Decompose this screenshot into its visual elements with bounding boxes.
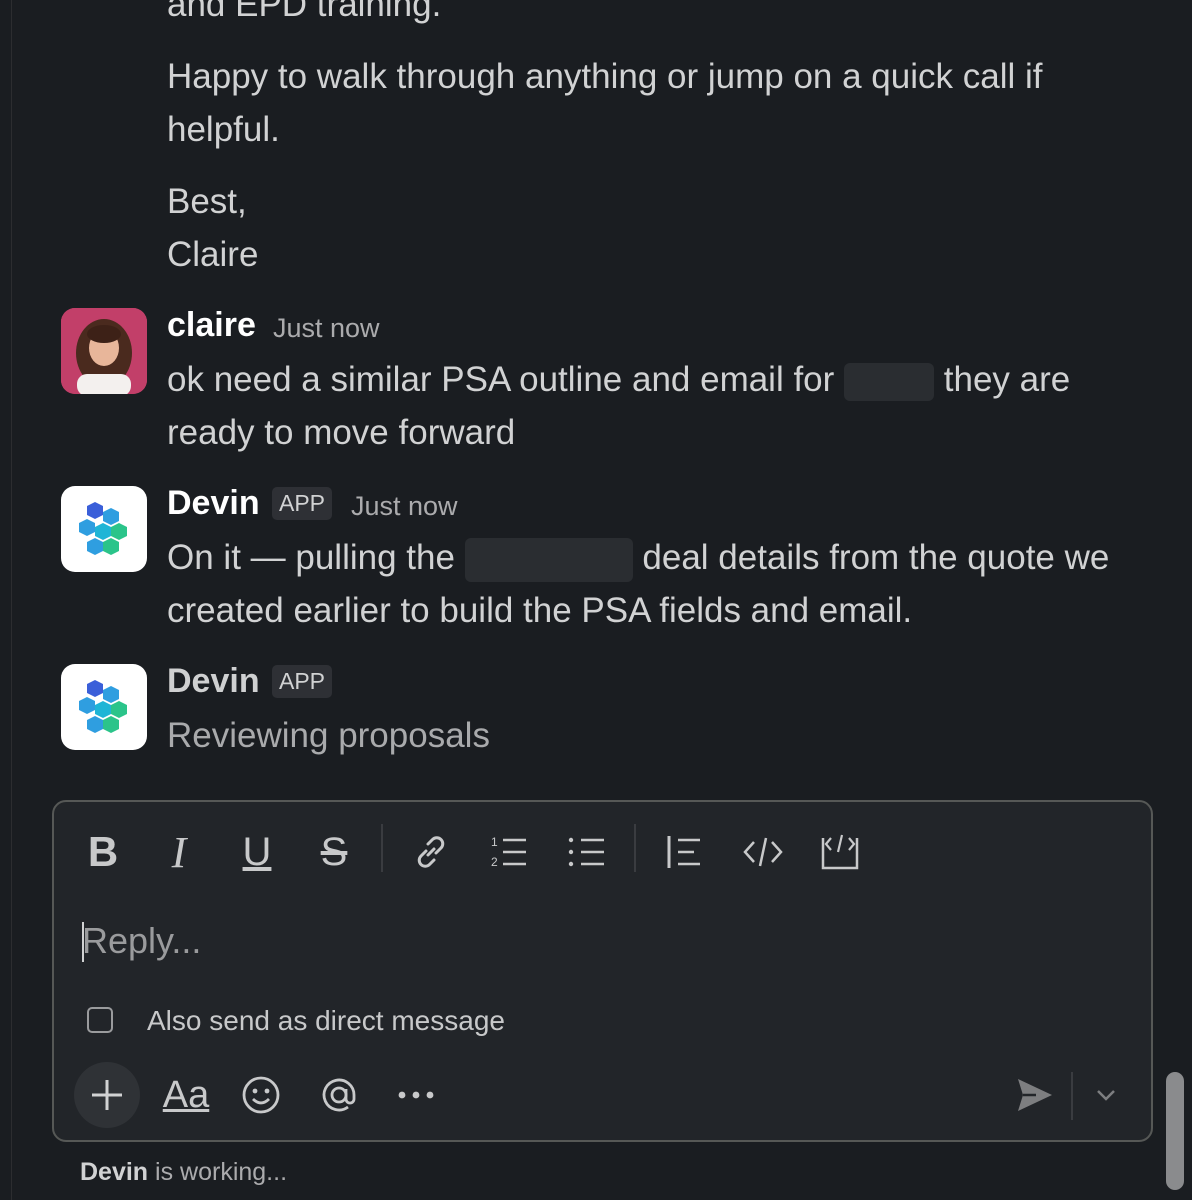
message-fragment: and EPD training. <box>167 0 442 24</box>
code-icon <box>743 837 783 867</box>
message-signature: Claire <box>167 235 259 274</box>
message-author[interactable]: Devin <box>167 662 260 701</box>
devin-avatar[interactable] <box>61 664 147 750</box>
ordered-list-icon[interactable]: 1 2 <box>484 826 534 878</box>
devin-logo-icon <box>79 680 127 733</box>
toolbar-divider <box>634 824 636 872</box>
devin-avatar[interactable] <box>61 486 147 572</box>
left-divider <box>0 0 12 1200</box>
emoji-button[interactable] <box>238 1062 284 1128</box>
reply-input[interactable]: Reply... <box>82 920 201 962</box>
app-badge: APP <box>272 487 333 520</box>
svg-text:2: 2 <box>491 855 498 869</box>
message-text: On it — pulling the <box>167 538 455 577</box>
message-signoff: Best, <box>167 182 247 221</box>
send-icon <box>1018 1079 1052 1111</box>
emoji-icon <box>242 1076 280 1114</box>
message-timestamp[interactable]: Just now <box>273 313 380 344</box>
typing-status: Devin is working... <box>80 1158 287 1187</box>
code-icon[interactable] <box>738 826 788 878</box>
message-body: On it — pulling the deal details from th… <box>167 531 1157 637</box>
attach-button[interactable] <box>74 1062 140 1128</box>
plus-icon <box>92 1080 122 1110</box>
toolbar-divider <box>381 824 383 872</box>
strikethrough-icon[interactable]: S <box>309 826 359 878</box>
bullet-list-icon <box>568 837 604 867</box>
status-message: Reviewing proposals <box>167 716 490 755</box>
send-options-button[interactable] <box>1084 1062 1128 1128</box>
also-send-label[interactable]: Also send as direct message <box>147 1005 505 1037</box>
send-divider <box>1071 1072 1073 1120</box>
bullet-list-icon[interactable] <box>562 826 612 878</box>
blockquote-icon[interactable] <box>659 826 709 878</box>
blockquote-icon <box>667 836 700 868</box>
bold-icon[interactable]: B <box>78 826 128 878</box>
message-author[interactable]: claire <box>167 306 256 345</box>
formatting-icon[interactable]: Aa <box>158 1062 214 1128</box>
more-icon <box>398 1091 434 1099</box>
status-name: Devin <box>80 1158 149 1186</box>
underline-icon[interactable]: U <box>232 826 282 878</box>
avatar[interactable] <box>61 308 147 394</box>
chevron-down-icon <box>1097 1090 1115 1101</box>
message-paragraph: Happy to walk through anything or jump o… <box>167 57 1043 149</box>
code-block-icon <box>821 834 859 870</box>
also-send-checkbox[interactable] <box>87 1007 113 1033</box>
message-author[interactable]: Devin <box>167 484 260 523</box>
message-body: ok need a similar PSA outline and email … <box>167 353 1127 459</box>
link-icon <box>417 836 445 868</box>
app-badge: APP <box>272 665 333 698</box>
code-block-icon[interactable] <box>815 826 865 878</box>
ordered-list-icon: 1 2 <box>491 835 526 869</box>
mention-icon <box>322 1078 356 1112</box>
devin-logo-icon <box>79 502 127 555</box>
send-button[interactable] <box>1012 1062 1058 1128</box>
svg-text:1: 1 <box>491 835 498 849</box>
more-button[interactable] <box>392 1062 440 1128</box>
message-composer: B I U S 1 2 Reply... Also send as direct… <box>52 800 1153 1142</box>
mention-button[interactable] <box>314 1062 364 1128</box>
redacted-text <box>464 537 633 582</box>
message-text: ok need a similar PSA outline and email … <box>167 360 835 399</box>
scrollbar-thumb[interactable] <box>1166 1072 1184 1190</box>
message-timestamp[interactable]: Just now <box>351 491 458 522</box>
user-photo-icon <box>61 308 147 394</box>
status-text: is working... <box>148 1158 288 1186</box>
redacted-text <box>844 362 935 401</box>
italic-icon[interactable]: I <box>154 826 204 878</box>
link-icon[interactable] <box>406 826 456 878</box>
